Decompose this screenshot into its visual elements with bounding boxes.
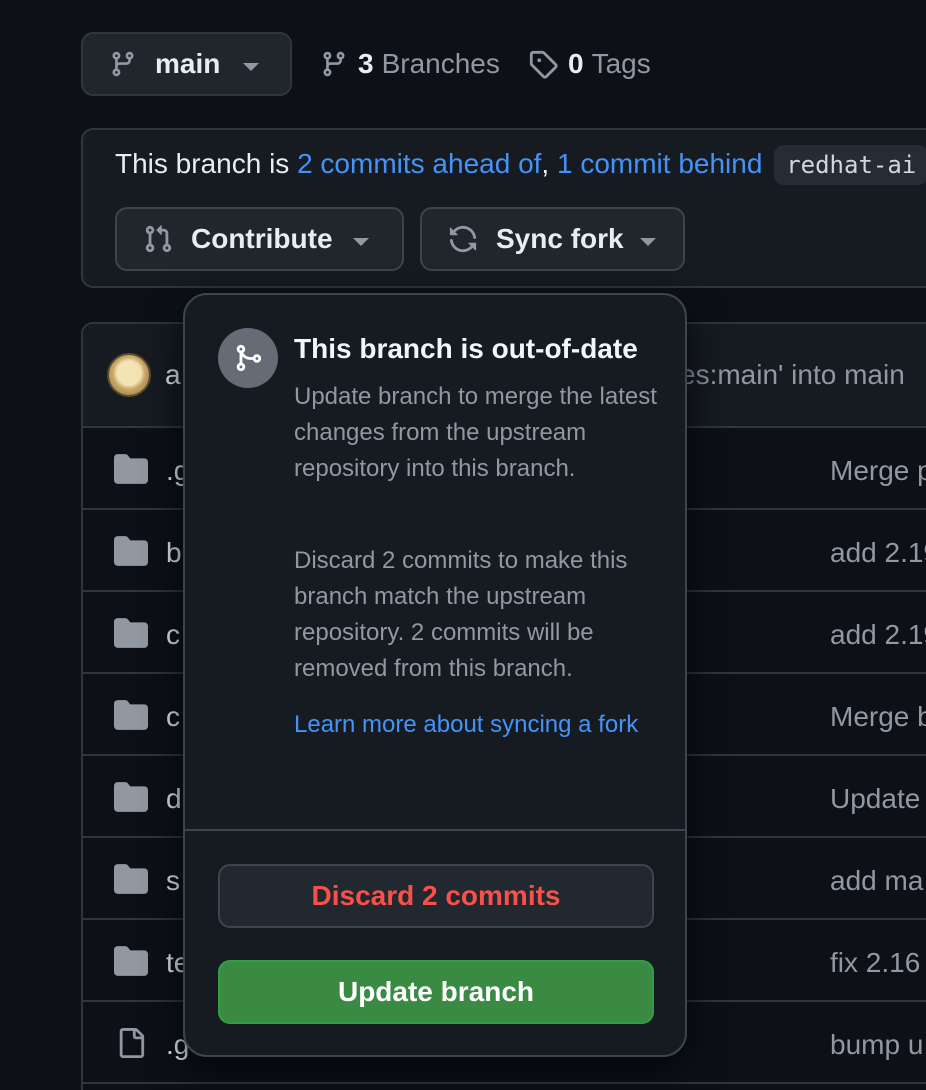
tag-icon (528, 49, 558, 79)
commit-author[interactable]: a (165, 359, 181, 391)
git-merge-icon (218, 328, 278, 388)
file-commit-message[interactable]: Update (830, 783, 920, 815)
popover-discard-description: Discard 2 commits to make this branch ma… (294, 547, 628, 682)
chevron-down-icon (639, 237, 657, 247)
folder-icon (114, 700, 148, 730)
branch-selector-button[interactable]: main (81, 32, 292, 96)
branches-label: Branches (381, 48, 500, 79)
branch-name: main (155, 48, 221, 79)
git-branch-icon (109, 48, 137, 80)
folder-icon (114, 536, 148, 566)
discard-commits-button[interactable]: Discard 2 commits (218, 864, 654, 928)
commits-behind-link[interactable]: 1 commit behind (557, 148, 762, 179)
file-commit-message[interactable]: add 2.19 (830, 619, 926, 651)
contribute-label: Contribute (191, 223, 333, 254)
popover-divider (185, 829, 685, 831)
folder-icon (114, 864, 148, 894)
file-name[interactable]: b (166, 537, 182, 569)
file-commit-message[interactable]: add ma (830, 865, 923, 897)
update-branch-button[interactable]: Update branch (218, 960, 654, 1024)
learn-more-link[interactable]: Learn more about syncing a fork (294, 707, 664, 743)
file-icon (116, 1026, 146, 1060)
file-name[interactable]: c (166, 619, 180, 651)
commit-message[interactable]: es:main' into main (680, 359, 905, 391)
popover-update-description: Update branch to merge the latest change… (294, 383, 657, 482)
folder-icon (114, 782, 148, 812)
file-commit-message[interactable]: fix 2.16 (830, 947, 920, 979)
fork-status-text: This branch is 2 commits ahead of, 1 com… (115, 145, 926, 185)
sync-fork-button[interactable]: Sync fork (420, 207, 685, 271)
commits-ahead-link[interactable]: 2 commits ahead of (297, 148, 541, 179)
contribute-button[interactable]: Contribute (115, 207, 404, 271)
fork-status-prefix: This branch is (115, 148, 298, 179)
folder-icon (114, 618, 148, 648)
git-pull-request-icon (143, 224, 173, 254)
sync-icon (448, 224, 478, 254)
sync-fork-popover: This branch is out-of-date Update branch… (183, 293, 687, 1057)
tags-link[interactable]: 0 Tags (528, 48, 651, 80)
sync-fork-label: Sync fork (496, 223, 624, 254)
branches-count: 3 (358, 48, 374, 79)
tags-label: Tags (591, 48, 651, 79)
file-name[interactable]: s (166, 865, 180, 897)
file-commit-message[interactable]: add 2.19 (830, 537, 926, 569)
file-name[interactable]: c (166, 701, 180, 733)
file-commit-message[interactable]: Merge p (830, 455, 926, 487)
fork-status-comma: , (541, 148, 550, 179)
chevron-down-icon (242, 62, 260, 72)
upstream-branch-label[interactable]: redhat-ai (774, 145, 926, 185)
popover-title: This branch is out-of-date (294, 333, 638, 364)
folder-icon (114, 946, 148, 976)
folder-icon (114, 454, 148, 484)
git-branch-icon (320, 48, 348, 80)
file-commit-message[interactable]: bump u (830, 1029, 923, 1061)
chevron-down-icon (352, 237, 370, 247)
branches-link[interactable]: 3 Branches (320, 48, 500, 80)
file-commit-message[interactable]: Merge b (830, 701, 926, 733)
avatar[interactable] (107, 353, 151, 397)
tags-count: 0 (568, 48, 584, 79)
file-name[interactable]: d (166, 783, 182, 815)
